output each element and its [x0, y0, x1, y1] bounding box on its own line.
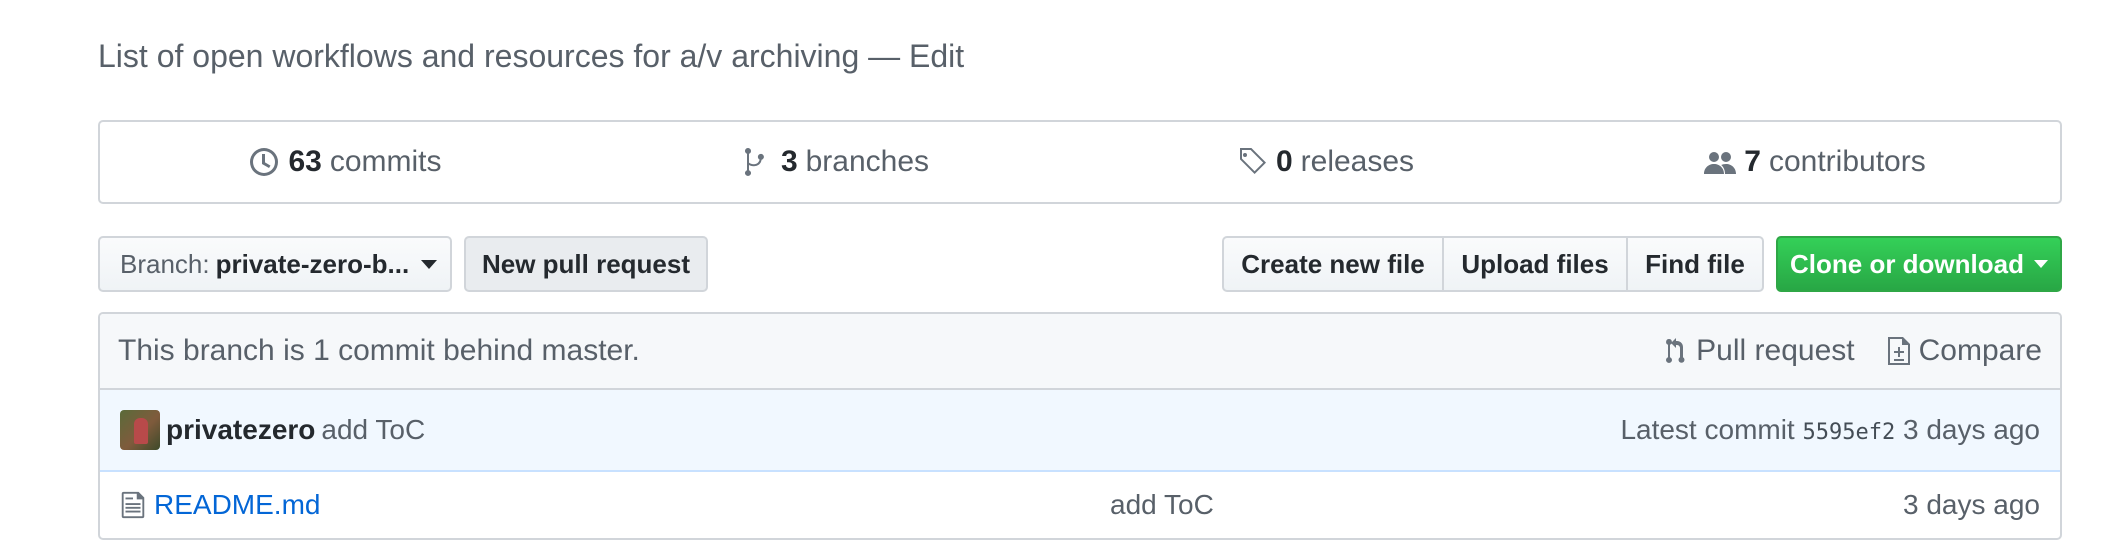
file-navigation-group: Create new file Upload files Find file: [1222, 236, 1764, 292]
branch-actions: Pull request Compare: [1662, 334, 2042, 368]
file-name: README.md: [154, 489, 321, 520]
numbers-summary: 63 commits 3 branches 0 releases 7 contr…: [98, 120, 2062, 204]
description-text: List of open workflows and resources for…: [98, 38, 860, 74]
file-diff-icon: [1887, 337, 1910, 365]
repo-description: List of open workflows and resources for…: [98, 38, 965, 74]
branches-label: branches: [805, 145, 930, 178]
commit-sha[interactable]: 5595ef2: [1803, 420, 1896, 445]
branches-count: 3: [780, 145, 798, 178]
repo-overview: List of open workflows and resources for…: [0, 0, 2112, 550]
branch-infobar: This branch is 1 commit behind master. P…: [100, 314, 2060, 390]
find-file-button[interactable]: Find file: [1628, 236, 1764, 292]
commit-message[interactable]: add ToC: [321, 414, 425, 446]
avatar[interactable]: [120, 410, 160, 450]
clone-label: Clone or download: [1790, 248, 2024, 279]
pull-request-label: Pull request: [1696, 334, 1855, 367]
branch-select-button[interactable]: Branch: private-zero-b...: [98, 236, 452, 292]
commit-age: 3 days ago: [1903, 414, 2040, 445]
commits-link[interactable]: 63 commits: [100, 145, 590, 179]
latest-commit-bar: privatezero add ToC Latest commit 5595ef…: [100, 390, 2060, 472]
branches-link[interactable]: 3 branches: [590, 145, 1080, 179]
contributors-link[interactable]: 7 contributors: [1570, 145, 2060, 179]
branch-prefix: Branch:: [120, 248, 210, 279]
commit-author[interactable]: privatezero: [166, 414, 315, 446]
file-icon: [121, 491, 145, 519]
history-icon: [250, 148, 279, 176]
compare-link[interactable]: Compare: [1885, 334, 2042, 368]
pull-request-link[interactable]: Pull request: [1662, 334, 1855, 368]
file-listing-panel: This branch is 1 commit behind master. P…: [98, 312, 2062, 540]
clone-or-download-button[interactable]: Clone or download: [1776, 236, 2062, 292]
contributors-count: 7: [1744, 145, 1761, 178]
file-commit-message[interactable]: add ToC: [1110, 489, 1214, 521]
git-pull-request-icon: [1666, 338, 1685, 364]
tag-icon: [1239, 148, 1266, 174]
releases-count: 0: [1275, 145, 1293, 178]
people-icon: [1704, 152, 1737, 174]
file-link[interactable]: README.md: [120, 489, 320, 521]
commits-label: commits: [329, 145, 442, 178]
file-age: 3 days ago: [1903, 489, 2040, 520]
chevron-down-icon: [2034, 260, 2048, 268]
commits-count: 63: [288, 145, 322, 178]
chevron-down-icon: [421, 259, 438, 269]
branch-status-text: This branch is 1 commit behind master.: [118, 334, 640, 367]
latest-commit-prefix: Latest commit: [1620, 414, 1795, 445]
edit-description-link[interactable]: Edit: [909, 38, 964, 74]
git-branch-icon: [744, 147, 764, 177]
upload-files-button[interactable]: Upload files: [1444, 236, 1628, 292]
contributors-label: contributors: [1768, 145, 1926, 178]
releases-link[interactable]: 0 releases: [1080, 145, 1570, 179]
file-row: README.md add ToC 3 days ago: [100, 472, 2060, 538]
new-pull-request-button[interactable]: New pull request: [464, 236, 708, 292]
create-new-file-button[interactable]: Create new file: [1222, 236, 1444, 292]
releases-label: releases: [1300, 145, 1415, 178]
compare-label: Compare: [1918, 334, 2042, 367]
branch-name: private-zero-b...: [215, 248, 410, 279]
